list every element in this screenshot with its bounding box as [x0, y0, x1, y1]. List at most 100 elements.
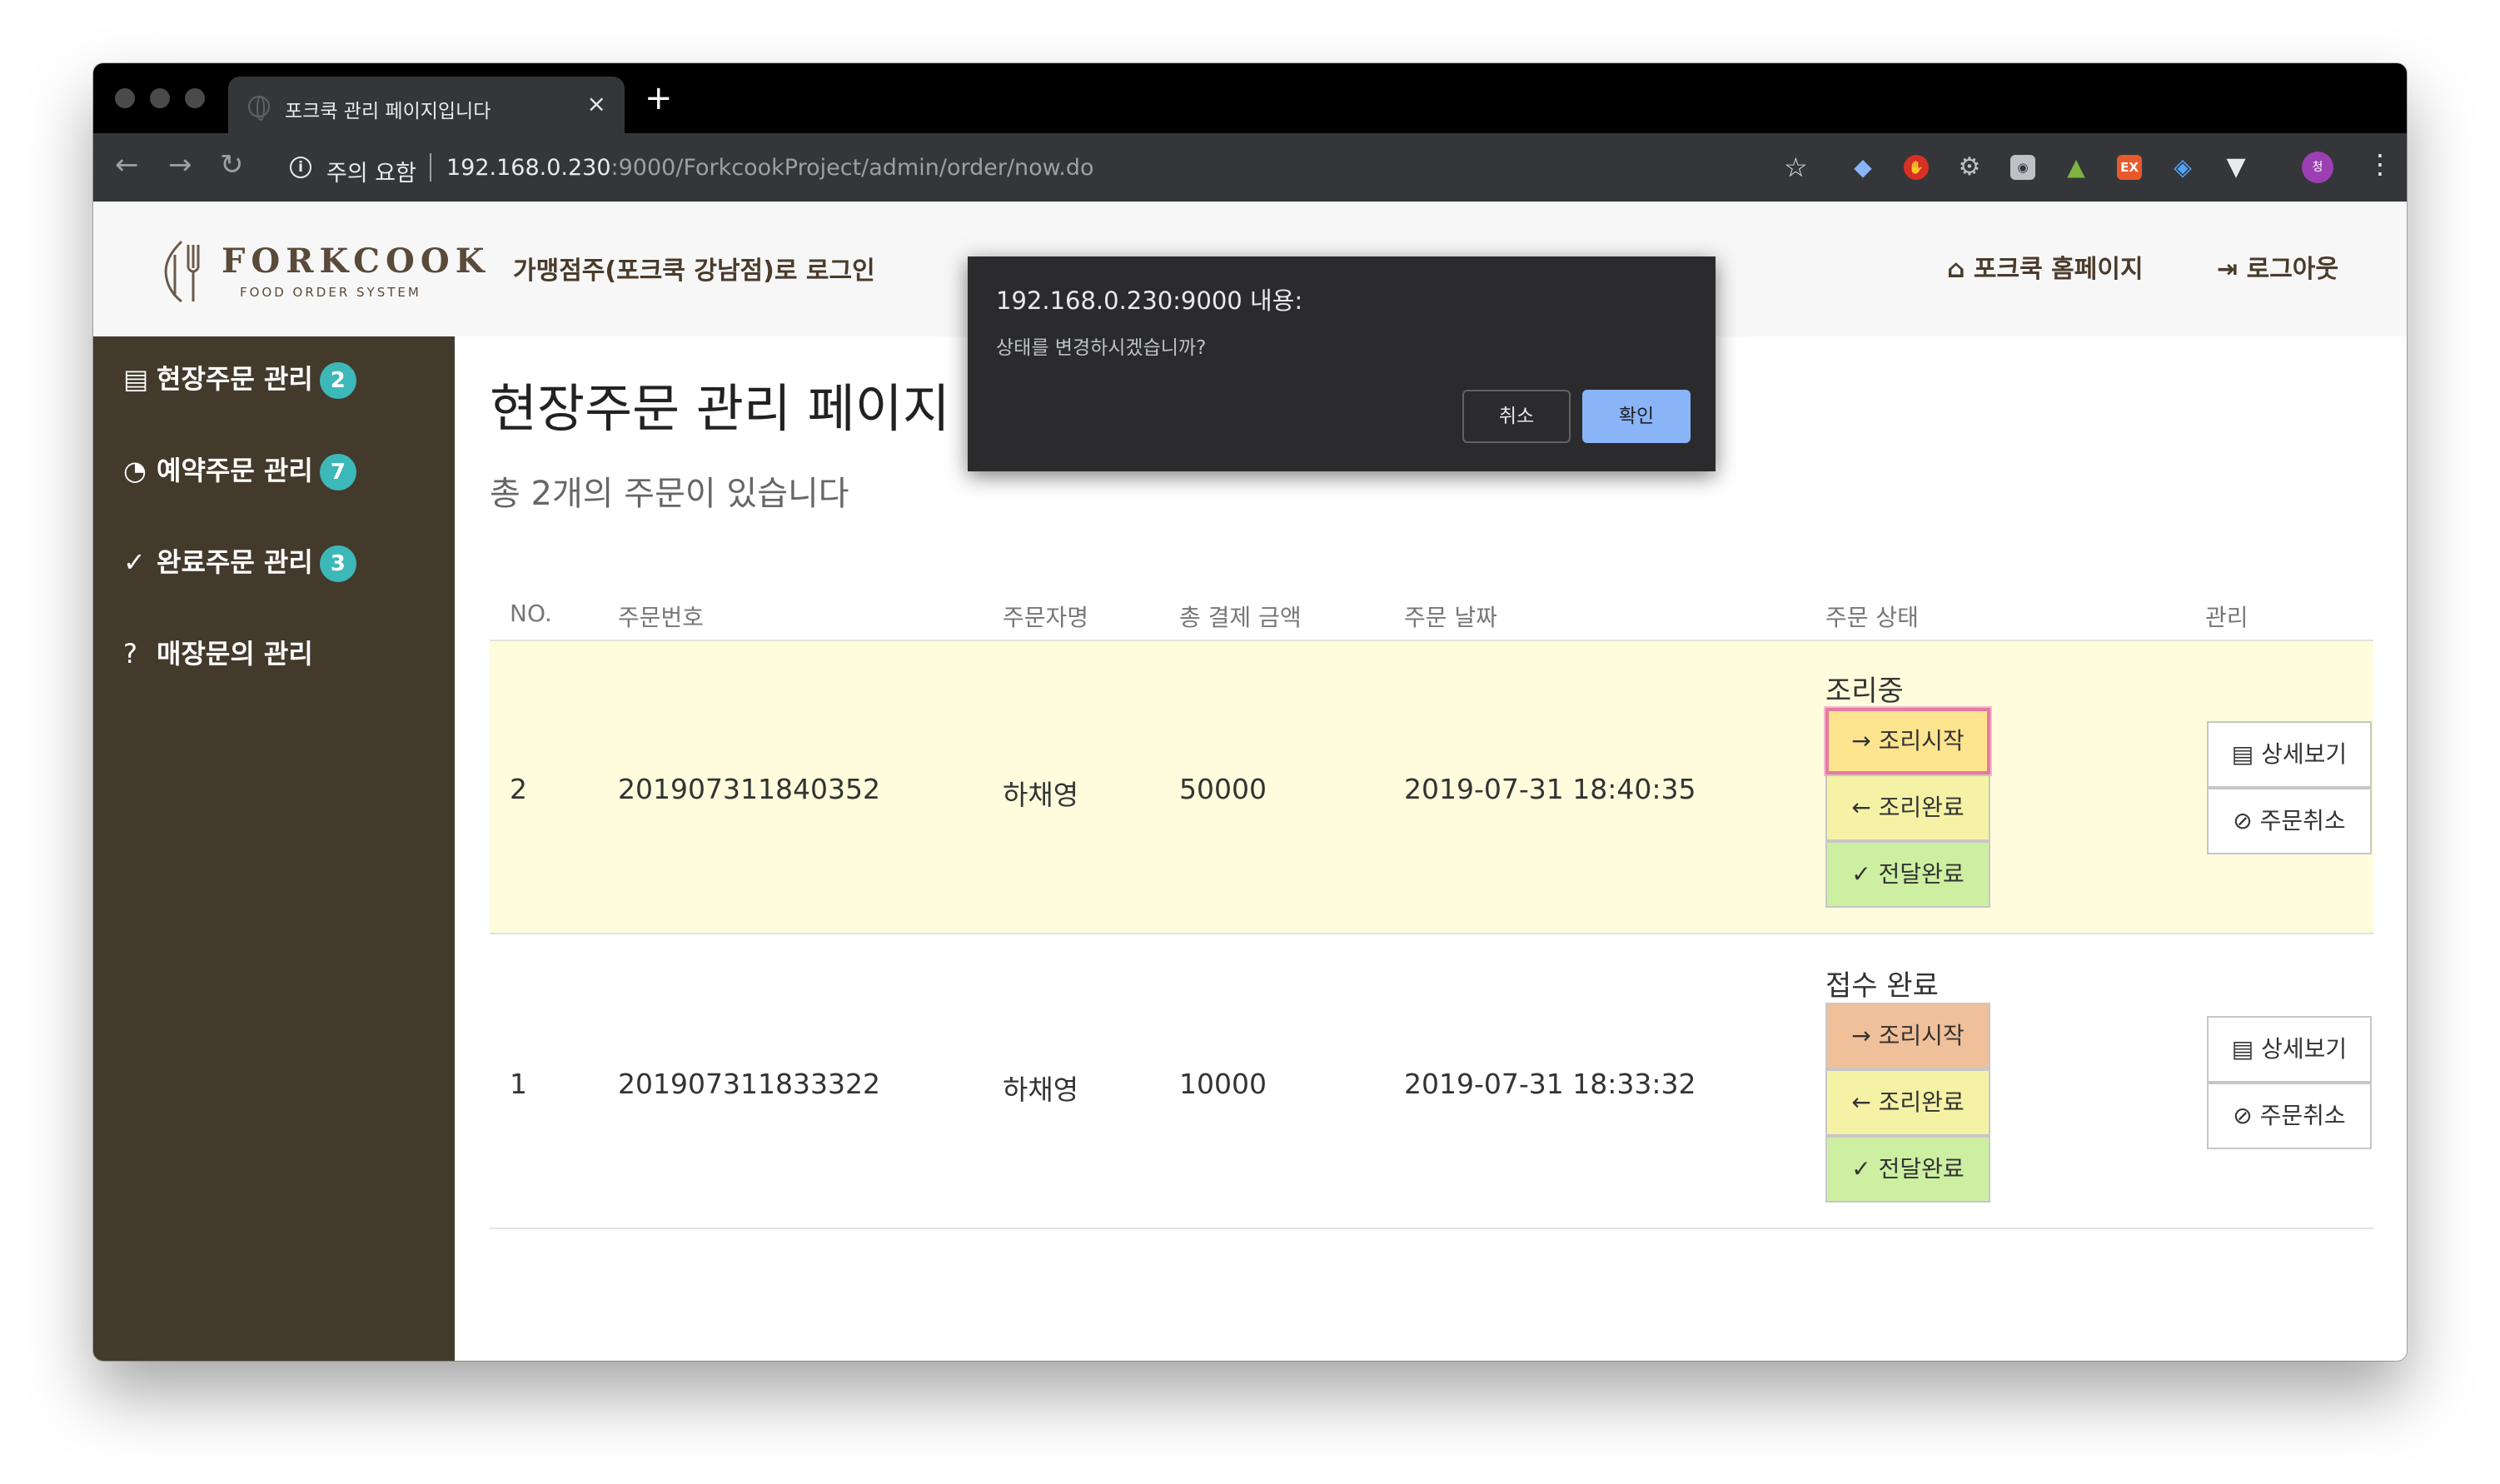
dialog-ok-button[interactable]: 확인	[1582, 390, 1691, 443]
home-icon: ⌂	[1947, 255, 1974, 284]
logout-link[interactable]: ⇥ 로그아웃	[2217, 248, 2338, 285]
start-cooking-button[interactable]: → 조리시작	[1825, 1003, 1990, 1069]
new-tab-button[interactable]: +	[645, 82, 673, 115]
back-arrow-icon[interactable]: ←	[115, 148, 139, 182]
order-date: 2019-07-31 18:40:35	[1404, 773, 1696, 805]
home-link-label: 포크쿡 홈페이지	[1973, 255, 2144, 284]
column-header: NO.	[510, 600, 552, 627]
order-status: 조리중	[1825, 675, 1904, 708]
sidebar-item-label: 완료주문 관리	[157, 546, 313, 578]
column-header: 총 결제 금액	[1179, 604, 1302, 631]
sidebar-item-store-inquiries[interactable]: ? 매장문의 관리	[123, 633, 313, 671]
confirm-dialog: 192.168.0.230:9000 내용: 상태를 변경하시겠습니까? 취소 …	[968, 256, 1716, 471]
cancel-order-button[interactable]: ⊘ 주문취소	[2207, 1083, 2372, 1149]
button-label: 조리완료	[1878, 1088, 1965, 1116]
minimize-window-button[interactable]	[150, 88, 170, 108]
delivered-button[interactable]: ✓ 전달완료	[1825, 1136, 1990, 1203]
page-title: 현장주문 관리 페이지	[490, 378, 950, 439]
info-icon[interactable]: i	[290, 157, 311, 178]
finish-cooking-button[interactable]: ← 조리완료	[1825, 1069, 1990, 1136]
customer-name: 하채영	[1003, 779, 1079, 811]
table-row: 1 201907311833322 하채영 10000 2019-07-31 1…	[490, 936, 2373, 1229]
layers-extension-icon[interactable]: ◈	[2170, 155, 2195, 180]
arrow-right-icon: →	[1851, 1022, 1879, 1049]
clock-icon: ◔	[123, 455, 147, 486]
logo-text[interactable]: FORKCOOK	[222, 242, 490, 281]
logout-link-label: 로그아웃	[2246, 255, 2338, 284]
browser-tab[interactable]: 포크쿡 관리 페이지입니다 ×	[228, 77, 625, 133]
finish-cooking-button[interactable]: ← 조리완료	[1825, 774, 1990, 841]
order-amount: 50000	[1179, 773, 1267, 805]
star-icon[interactable]: ☆	[1784, 152, 1808, 183]
count-badge: 3	[319, 545, 356, 582]
order-id: 201907311840352	[618, 773, 880, 805]
table-header: NO. 주문번호 주문자명 총 결제 금액 주문 날짜 주문 상태 관리	[490, 571, 2373, 641]
sidebar-item-reserved-orders[interactable]: ◔ 예약주문 관리 7	[123, 450, 356, 491]
prohibited-icon: ⊘	[2233, 1102, 2260, 1129]
tab-title: 포크쿡 관리 페이지입니다	[285, 101, 491, 122]
tab-strip: 포크쿡 관리 페이지입니다 × +	[93, 63, 2407, 133]
diamond-extension-icon[interactable]: ◆	[1850, 155, 1875, 180]
sidebar-item-completed-orders[interactable]: ✓ 완료주문 관리 3	[123, 541, 356, 582]
url-path: :9000/ForkcookProject/admin/order/now.do	[610, 155, 1094, 181]
ex-extension-icon[interactable]: EX	[2117, 155, 2142, 180]
button-label: 상세보기	[2261, 1035, 2348, 1063]
column-header: 관리	[2205, 604, 2249, 631]
dialog-cancel-button[interactable]: 취소	[1462, 390, 1571, 443]
delivered-button[interactable]: ✓ 전달완료	[1825, 841, 1990, 908]
tab-close-button[interactable]: ×	[587, 90, 606, 117]
browser-window: 포크쿡 관리 페이지입니다 × + ← → ↻ i 주의 요함 192.168.…	[93, 63, 2407, 1361]
view-detail-button[interactable]: ▤ 상세보기	[2207, 721, 2372, 788]
logo-subtitle: FOOD ORDER SYSTEM	[240, 285, 421, 300]
arrow-right-icon: →	[1851, 727, 1879, 754]
v-extension-icon[interactable]: ▼	[2224, 155, 2249, 180]
document-icon: ▤	[2231, 1035, 2262, 1063]
document-icon: ▤	[123, 363, 149, 395]
order-id: 201907311833322	[618, 1068, 880, 1100]
android-extension-icon[interactable]: ▲	[2064, 155, 2089, 180]
cancel-order-button[interactable]: ⊘ 주문취소	[2207, 788, 2372, 854]
close-window-button[interactable]	[115, 88, 135, 108]
button-label: 주문취소	[2259, 1102, 2346, 1129]
maximize-window-button[interactable]	[185, 88, 205, 108]
button-label: 조리시작	[1878, 727, 1965, 754]
forward-arrow-icon[interactable]: →	[168, 148, 192, 182]
sidebar-item-label: 예약주문 관리	[157, 455, 313, 486]
camera-extension-icon[interactable]: ◉	[2010, 155, 2035, 180]
view-detail-button[interactable]: ▤ 상세보기	[2207, 1016, 2372, 1083]
gear-extension-icon[interactable]: ⚙	[1957, 155, 1982, 180]
profile-avatar[interactable]: 청	[2302, 152, 2333, 183]
prohibited-icon: ⊘	[2233, 807, 2260, 834]
kebab-menu-icon[interactable]: ⋮	[2367, 148, 2393, 180]
address-separator	[430, 153, 431, 182]
reload-icon[interactable]: ↻	[220, 148, 244, 182]
sidebar-item-onsite-orders[interactable]: ▤ 현장주문 관리 2	[123, 358, 356, 399]
sidebar: ▤ 현장주문 관리 2 ◔ 예약주문 관리 7 ✓ 완료주문 관리 3 ? 매장문의 관리	[93, 336, 455, 1361]
home-link[interactable]: ⌂ 포크쿡 홈페이지	[1947, 248, 2144, 285]
dialog-title: 192.168.0.230:9000 내용:	[996, 286, 1303, 315]
column-header: 주문자명	[1003, 604, 1089, 631]
sidebar-item-label: 매장문의 관리	[157, 638, 313, 670]
order-count-text: 총 2개의 주문이 있습니다	[490, 475, 849, 513]
start-cooking-button[interactable]: → 조리시작	[1825, 708, 1990, 774]
column-header: 주문 날짜	[1404, 604, 1497, 631]
order-date: 2019-07-31 18:33:32	[1404, 1068, 1696, 1100]
dialog-message: 상태를 변경하시겠습니까?	[996, 337, 1207, 359]
globe-icon	[248, 96, 270, 121]
url-host: 192.168.0.230	[446, 155, 611, 181]
logout-icon: ⇥	[2217, 255, 2247, 284]
document-icon: ▤	[2231, 740, 2262, 768]
fork-logo-icon	[164, 240, 200, 303]
address-bar[interactable]: 192.168.0.230:9000/ForkcookProject/admin…	[446, 155, 1094, 181]
security-warning[interactable]: 주의 요함	[326, 155, 416, 187]
count-badge: 7	[319, 454, 356, 491]
button-label: 전달완료	[1878, 1155, 1965, 1183]
button-label: 전달완료	[1878, 860, 1965, 888]
count-badge: 2	[319, 362, 356, 399]
hand-extension-icon[interactable]: ✋	[1904, 155, 1929, 180]
customer-name: 하채영	[1003, 1073, 1079, 1106]
order-no: 2	[510, 773, 527, 805]
table-row: 2 201907311840352 하채영 50000 2019-07-31 1…	[490, 641, 2373, 934]
column-header: 주문 상태	[1825, 604, 1919, 631]
button-label: 주문취소	[2259, 807, 2346, 834]
